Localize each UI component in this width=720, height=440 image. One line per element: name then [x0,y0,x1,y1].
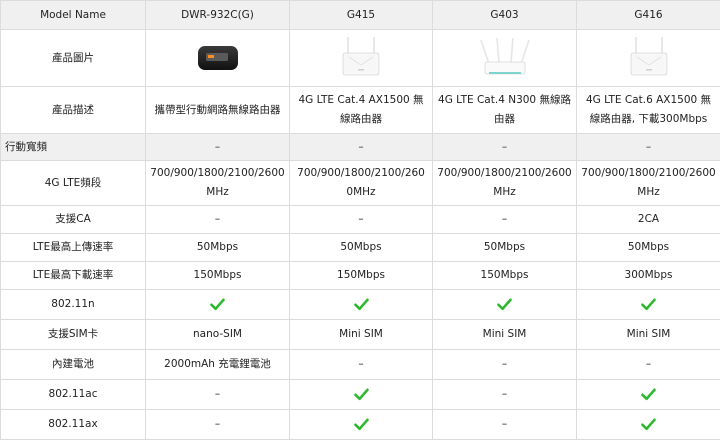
dash-mark: – [501,418,508,430]
lte-upload-label: LTE最高上傳速率 [0,233,146,262]
dash-cell: – [145,133,290,161]
header-row: Model Name DWR-932C(G) G415 G403 G416 [0,0,720,30]
wifi-80211n-row: 802.11n [0,289,720,320]
lte-band-cell: 700/900/1800/2100/2600MHz [289,160,433,206]
lte-download-label: LTE最高下載速率 [0,261,146,290]
wifi-80211ac-label: 802.11ac [0,379,146,410]
wifi-80211n-label: 802.11n [0,289,146,320]
dash-mark: – [501,388,508,400]
router-g403-image [479,37,530,75]
download-cell: 150Mbps [289,261,433,290]
support-cell [289,289,433,320]
download-cell: 150Mbps [145,261,290,290]
description-cell: 4G LTE Cat.6 AX1500 無線路由器, 下載300Mbps [576,86,720,134]
support-cell [576,289,720,320]
product-image-label: 產品圖片 [0,29,146,87]
ca-cell: – [432,205,577,234]
router-g415-image [342,37,380,76]
check-icon [641,388,656,400]
lte-band-row: 4G LTE頻段 700/900/1800/2100/2600MHz 700/9… [0,160,720,206]
check-icon [353,388,369,400]
dash-cell: – [432,133,577,161]
wifi-80211ac-row: 802.11ac – – [0,379,720,410]
product-name-g416: G416 [576,0,720,30]
sim-cell: Mini SIM [432,319,577,350]
support-cell [432,289,577,320]
product-description-row: 產品描述 攜帶型行動網路無線路由器 4G LTE Cat.4 AX1500 無線… [0,86,720,134]
description-cell: 4G LTE Cat.4 AX1500 無線路由器 [289,86,433,134]
support-cell: – [432,409,577,440]
product-name-dwr-932c: DWR-932C(G) [145,0,290,30]
battery-label: 內建電池 [0,349,146,380]
battery-cell: – [289,349,433,380]
check-icon [641,418,656,430]
wifi-80211ax-label: 802.11ax [0,409,146,440]
support-cell [576,379,720,410]
description-cell: 攜帶型行動網路無線路由器 [145,86,290,134]
wifi-80211ax-row: 802.11ax – – [0,409,720,440]
dash-cell: – [576,133,720,161]
support-cell: – [145,409,290,440]
sim-card-row: 支援SIM卡 nano-SIM Mini SIM Mini SIM Mini S… [0,319,720,350]
battery-cell: 2000mAh 充電鋰電池 [145,349,290,380]
dash-mark: – [214,388,221,400]
dash-mark: – [214,418,221,430]
router-g416-image [630,37,667,76]
upload-cell: 50Mbps [576,233,720,262]
product-image-g415 [289,29,433,87]
battery-row: 內建電池 2000mAh 充電鋰電池 – – – [0,349,720,380]
pocket-router-image [197,46,238,70]
check-icon [353,418,369,430]
upload-cell: 50Mbps [145,233,290,262]
download-cell: 150Mbps [432,261,577,290]
sim-card-label: 支援SIM卡 [0,319,146,350]
support-cell [576,409,720,440]
check-icon [353,298,369,310]
ca-cell: – [145,205,290,234]
sim-cell: nano-SIM [145,319,290,350]
lte-band-cell: 700/900/1800/2100/2600MHz [145,160,290,206]
check-icon [641,298,656,310]
battery-cell: – [432,349,577,380]
mobile-broadband-section-row: 行動寬頻 – – – – [0,133,720,161]
sim-cell: Mini SIM [576,319,720,350]
sim-cell: Mini SIM [289,319,433,350]
carrier-aggregation-row: 支援CA – – – 2CA [0,205,720,234]
comparison-table: Model Name DWR-932C(G) G415 G403 G416 產品… [0,0,720,440]
product-image-g403 [432,29,577,87]
product-image-dwr-932c [145,29,290,87]
lte-band-label: 4G LTE頻段 [0,160,146,206]
model-name-label: Model Name [0,0,146,30]
product-name-g403: G403 [432,0,577,30]
support-cell [145,289,290,320]
lte-band-cell: 700/900/1800/2100/2600MHz [576,160,720,206]
description-cell: 4G LTE Cat.4 N300 無線路由器 [432,86,577,134]
product-description-label: 產品描述 [0,86,146,134]
lte-download-row: LTE最高下載速率 150Mbps 150Mbps 150Mbps 300Mbp… [0,261,720,290]
support-cell: – [432,379,577,410]
lte-band-cell: 700/900/1800/2100/2600MHz [432,160,577,206]
support-cell [289,379,433,410]
ca-cell: – [289,205,433,234]
product-name-g415: G415 [289,0,433,30]
support-cell [289,409,433,440]
download-cell: 300Mbps [576,261,720,290]
ca-cell: 2CA [576,205,720,234]
upload-cell: 50Mbps [289,233,433,262]
product-image-g416 [576,29,720,87]
lte-upload-row: LTE最高上傳速率 50Mbps 50Mbps 50Mbps 50Mbps [0,233,720,262]
check-icon [210,298,225,310]
battery-cell: – [576,349,720,380]
check-icon [497,298,512,310]
product-image-row: 產品圖片 [0,29,720,87]
support-cell: – [145,379,290,410]
upload-cell: 50Mbps [432,233,577,262]
mobile-broadband-section-label: 行動寬頻 [0,133,146,161]
carrier-aggregation-label: 支援CA [0,205,146,234]
dash-cell: – [289,133,433,161]
